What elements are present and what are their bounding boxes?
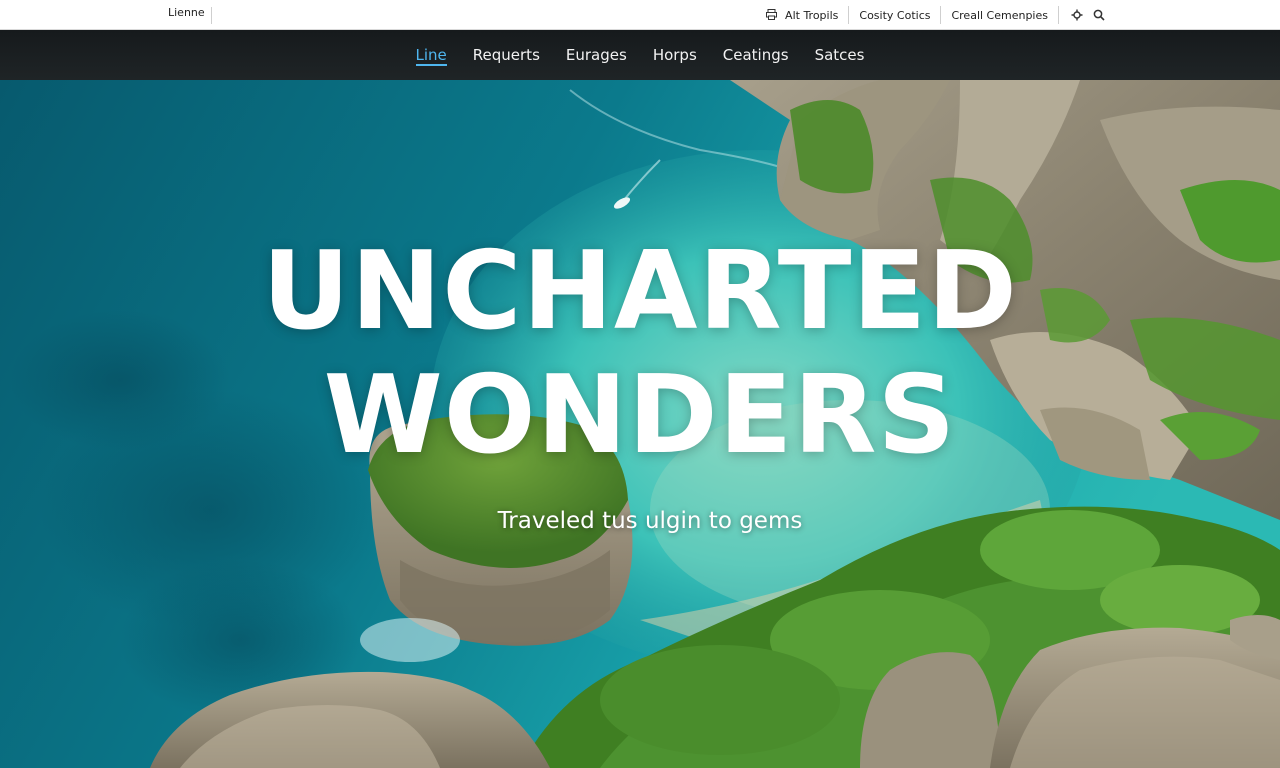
nav-item-requerts[interactable]: Requerts — [460, 30, 553, 80]
utility-link-label: Creall Cemenpies — [951, 8, 1048, 22]
divider — [1058, 6, 1059, 24]
utility-link-label: Alt Tropils — [785, 8, 839, 22]
hero-title-line-2: WONDERS — [323, 353, 957, 478]
utility-bar: Lienne Alt Tropils Cosity Cotics Creall … — [0, 0, 1280, 30]
nav-item-ceatings[interactable]: Ceatings — [710, 30, 802, 80]
brand-name[interactable]: Lienne — [168, 7, 212, 24]
nav-item-satces[interactable]: Satces — [802, 30, 878, 80]
nav-item-horps[interactable]: Horps — [640, 30, 710, 80]
nav-item-eurages[interactable]: Eurages — [553, 30, 640, 80]
print-icon — [766, 8, 778, 22]
utility-link-3[interactable]: Creall Cemenpies — [941, 0, 1058, 30]
hero-subtitle: Traveled tus ulgin to gems — [497, 508, 803, 534]
utility-link-label: Cosity Cotics — [859, 8, 931, 22]
utility-links: Alt Tropils Cosity Cotics Creall Cemenpi… — [756, 0, 1110, 30]
hero-section: UNCHARTED WONDERS Traveled tus ulgin to … — [0, 80, 1280, 768]
hero-title: UNCHARTED WONDERS — [0, 230, 1280, 478]
hero-title-line-1: UNCHARTED — [262, 229, 1018, 354]
search-icon[interactable] — [1091, 7, 1107, 23]
utility-link-1[interactable]: Alt Tropils — [756, 0, 848, 30]
nav-item-line[interactable]: Line — [403, 30, 460, 80]
main-nav: Line Requerts Eurages Horps Ceatings Sat… — [0, 30, 1280, 80]
settings-icon[interactable] — [1069, 7, 1085, 23]
utility-link-2[interactable]: Cosity Cotics — [849, 0, 940, 30]
